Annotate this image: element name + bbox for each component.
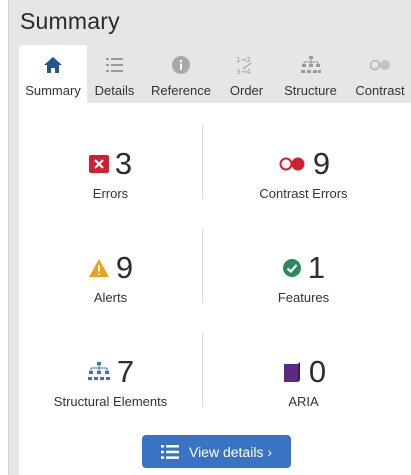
tab-structure[interactable]: Structure [273,45,348,103]
aria-stat: 0 ARIA [212,354,395,409]
divider [202,333,203,407]
tab-summary-label: Summary [25,83,81,98]
structure-elements-icon [87,361,111,383]
aria-count: 0 [308,354,327,389]
order-icon: 1→2 3→4 [220,54,273,76]
aria-label: ARIA [288,394,319,409]
structural-elements-count: 7 [116,354,135,389]
tab-order-label: Order [229,83,264,98]
contrast-errors-label: Contrast Errors [259,186,348,201]
summary-content: 3 Errors 9 Contrast Errors 9 Alerts 1 Fe… [19,103,411,475]
aria-icon [281,361,303,383]
feature-check-icon [282,258,302,278]
tab-summary[interactable]: Summary [19,45,87,103]
error-icon [88,155,109,173]
features-stat: 1 Features [212,250,395,305]
view-details-button[interactable]: View details › [142,435,291,468]
alerts-stat: 9 Alerts [19,250,202,305]
errors-count: 3 [114,146,133,181]
tab-bar: Summary Details Reference 1→2 3→4 Order … [19,45,411,103]
alert-icon [88,258,110,278]
divider [202,125,203,199]
structure-icon [273,54,348,76]
alerts-count: 9 [115,250,134,285]
tab-structure-label: Structure [284,83,337,98]
alerts-label: Alerts [93,290,128,305]
contrast-error-icon [277,156,307,172]
tab-reference[interactable]: Reference [142,45,220,103]
list-icon [87,54,142,76]
contrast-errors-count: 9 [312,146,331,181]
errors-stat: 3 Errors [19,146,202,201]
structural-elements-stat: 7 Structural Elements [19,354,202,409]
info-icon [142,54,220,76]
details-list-icon [160,444,179,460]
svg-text:3→4: 3→4 [236,68,251,76]
tab-details-label: Details [94,83,135,98]
tab-contrast-label: Contrast [355,83,405,98]
contrast-icon [348,54,411,76]
svg-text:1→2: 1→2 [236,56,251,64]
divider [202,229,203,303]
features-count: 1 [307,250,326,285]
tab-contrast[interactable]: Contrast [348,45,411,103]
summary-panel: Summary Summary Details Reference 1→2 3→… [8,0,411,475]
structural-elements-label: Structural Elements [53,394,168,409]
tab-reference-label: Reference [151,83,211,98]
errors-label: Errors [92,186,129,201]
features-label: Features [277,290,330,305]
tab-order[interactable]: 1→2 3→4 Order [220,45,273,103]
panel-title: Summary [20,8,120,34]
view-details-label: View details › [188,443,272,460]
contrast-errors-stat: 9 Contrast Errors [212,146,395,201]
home-icon [19,54,87,76]
tab-details[interactable]: Details [87,45,142,103]
